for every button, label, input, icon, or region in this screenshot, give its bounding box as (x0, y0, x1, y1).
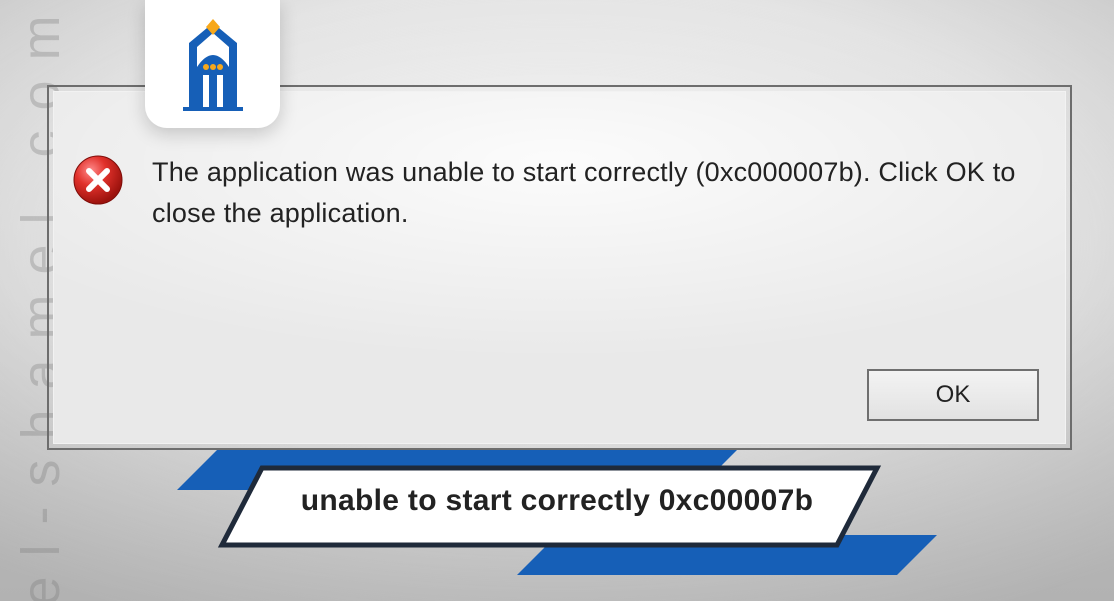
error-dialog-body: The application was unable to start corr… (53, 91, 1066, 444)
site-logo (145, 0, 280, 128)
caption-banner: unable to start correctly 0xc00007b (177, 450, 937, 580)
ok-button-label: OK (936, 381, 971, 409)
error-message: The application was unable to start corr… (152, 152, 1037, 233)
error-icon (72, 154, 124, 206)
logo-icon (163, 17, 263, 117)
ok-button[interactable]: OK (867, 369, 1039, 421)
error-dialog: The application was unable to start corr… (47, 85, 1072, 450)
dialog-content-row: The application was unable to start corr… (72, 152, 1037, 233)
banner-title: unable to start correctly 0xc00007b (177, 484, 937, 518)
